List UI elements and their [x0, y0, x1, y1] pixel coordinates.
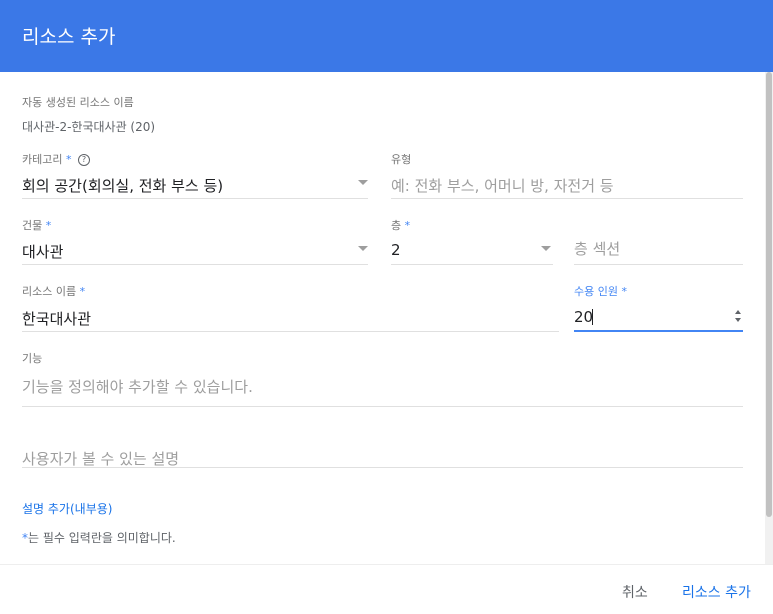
scrollbar-thumb[interactable] — [766, 72, 772, 517]
scrollbar[interactable] — [765, 72, 773, 564]
features-underline — [22, 406, 743, 407]
building-underline — [22, 264, 368, 265]
capacity-label: 수용 인원 * — [574, 285, 627, 298]
category-underline — [22, 198, 368, 199]
help-icon[interactable]: ? — [77, 154, 90, 166]
auto-name-value: 대사관-2-한국대사관 (20) — [22, 120, 156, 134]
category-label: 카테고리 * ? — [22, 151, 90, 167]
auto-name-label: 자동 생성된 리소스 이름 — [22, 96, 134, 109]
type-label: 유형 — [391, 153, 412, 166]
description-underline — [22, 467, 743, 468]
type-input[interactable]: 예: 전화 부스, 어머니 방, 자전거 등 — [391, 175, 614, 196]
required-asterisk: * — [45, 219, 52, 232]
chevron-down-icon[interactable] — [541, 246, 551, 251]
floor-label: 층 * — [391, 219, 411, 232]
capacity-stepper[interactable] — [735, 309, 743, 323]
chevron-down-icon[interactable] — [735, 318, 741, 322]
add-internal-description-link[interactable]: 설명 추가(내부용) — [22, 500, 112, 517]
add-resource-button[interactable]: 리소스 추가 — [682, 582, 751, 602]
capacity-underline — [574, 330, 743, 332]
text-caret — [592, 309, 593, 325]
dialog-footer: 취소 리소스 추가 — [0, 564, 773, 614]
dialog-title: 리소스 추가 — [22, 26, 116, 48]
floor-underline — [391, 264, 553, 265]
required-asterisk: * — [79, 285, 86, 298]
resource-name-underline — [22, 331, 559, 332]
resource-name-label: 리소스 이름 * — [22, 285, 86, 298]
resource-name-input[interactable]: 한국대사관 — [22, 308, 91, 329]
features-input[interactable]: 기능을 정의해야 추가할 수 있습니다. — [22, 376, 253, 397]
building-label: 건물 * — [22, 219, 52, 232]
features-label: 기능 — [22, 352, 43, 365]
cancel-button[interactable]: 취소 — [622, 582, 648, 602]
chevron-up-icon[interactable] — [735, 310, 741, 314]
required-asterisk: * — [65, 153, 72, 166]
category-select[interactable]: 회의 공간(회의실, 전화 부스 등) — [22, 175, 223, 196]
dialog-header: 리소스 추가 — [0, 0, 773, 72]
chevron-down-icon[interactable] — [358, 246, 368, 251]
capacity-input[interactable]: 20 — [574, 308, 593, 326]
floor-select[interactable]: 2 — [391, 241, 401, 259]
chevron-down-icon[interactable] — [358, 180, 368, 185]
description-input[interactable]: 사용자가 볼 수 있는 설명 — [22, 448, 179, 469]
floor-section-input[interactable]: 층 섹션 — [574, 238, 620, 259]
required-asterisk: * — [404, 219, 411, 232]
floor-section-underline — [574, 264, 743, 265]
building-select[interactable]: 대사관 — [22, 241, 63, 262]
dialog-content: 자동 생성된 리소스 이름 대사관-2-한국대사관 (20) 카테고리 * ? … — [0, 72, 765, 564]
required-note: *는 필수 입력란을 의미합니다. — [22, 531, 176, 545]
required-asterisk: * — [621, 285, 627, 298]
type-underline — [391, 198, 743, 199]
